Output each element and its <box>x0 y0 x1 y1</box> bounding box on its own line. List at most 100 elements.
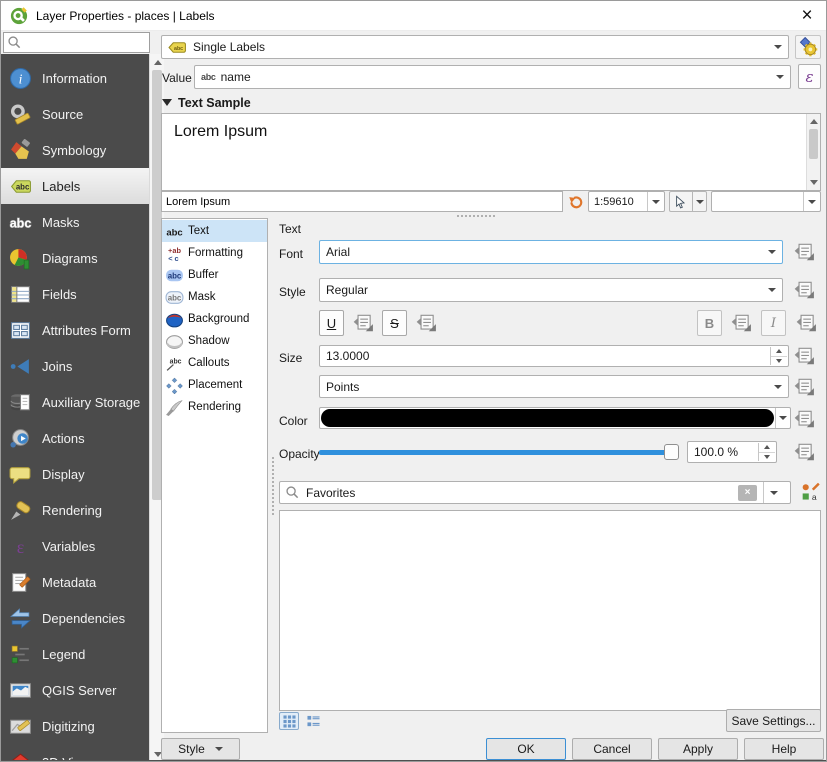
label-type-combo[interactable]: abc Single Labels <box>161 35 789 59</box>
opacity-spinbox[interactable]: 100.0 % <box>687 441 777 463</box>
chevron-down-icon[interactable] <box>647 192 664 211</box>
sidebar-item-legend[interactable]: Legend <box>1 636 149 672</box>
sidebar-search-input[interactable] <box>22 36 149 50</box>
font-combo[interactable]: Arial <box>319 240 783 264</box>
clear-search-icon[interactable]: × <box>738 485 757 501</box>
scroll-up-icon[interactable] <box>154 60 162 65</box>
sidebar-item-labels[interactable]: abc Labels <box>1 168 149 204</box>
tab-buffer[interactable]: abc Buffer <box>162 264 267 286</box>
tab-background[interactable]: Background <box>162 308 267 330</box>
color-widget[interactable] <box>319 407 791 429</box>
tab-callouts[interactable]: abc Callouts <box>162 352 267 374</box>
sidebar-item-fields[interactable]: Fields <box>1 276 149 312</box>
tab-rendering[interactable]: Rendering <box>162 396 267 418</box>
sidebar-item-variables[interactable]: ε Variables <box>1 528 149 564</box>
svg-text:abc: abc <box>166 227 182 238</box>
favorites-search[interactable]: Favorites × <box>279 481 791 504</box>
data-defined-override-button[interactable] <box>349 310 377 336</box>
data-defined-override-button[interactable] <box>790 374 818 400</box>
sidebar-item-diagrams[interactable]: Diagrams <box>1 240 149 276</box>
color-dropdown[interactable] <box>775 408 790 428</box>
sidebar-item-metadata[interactable]: Metadata <box>1 564 149 600</box>
opacity-slider-track[interactable] <box>319 450 679 455</box>
style-combo[interactable]: Regular <box>319 278 783 302</box>
italic-button[interactable]: I <box>761 310 786 336</box>
collapse-triangle-icon[interactable] <box>162 99 172 106</box>
apply-button[interactable]: Apply <box>658 738 738 760</box>
tab-shadow[interactable]: Shadow <box>162 330 267 352</box>
opacity-slider-handle[interactable] <box>664 444 679 460</box>
tab-text[interactable]: abc Text <box>162 220 267 242</box>
sidebar-item-qgis-server[interactable]: QGIS Server <box>1 672 149 708</box>
favorites-dropdown[interactable] <box>763 482 784 503</box>
chevron-down-icon <box>779 416 787 420</box>
scale-combo[interactable]: 1:59610 <box>588 191 665 212</box>
sidebar-item-display[interactable]: Display <box>1 456 149 492</box>
list-view-button[interactable] <box>303 712 323 730</box>
tab-mask[interactable]: abc Mask <box>162 286 267 308</box>
data-defined-override-button[interactable] <box>790 239 818 265</box>
ok-button[interactable]: OK <box>486 738 566 760</box>
sidebar-item-masks[interactable]: abc Masks <box>1 204 149 240</box>
style-menu-button[interactable]: Style <box>161 738 240 760</box>
sidebar-item-digitizing[interactable]: Digitizing <box>1 708 149 744</box>
metadata-icon <box>9 571 32 594</box>
sidebar-item-auxiliary-storage[interactable]: Auxiliary Storage <box>1 384 149 420</box>
automated-placement-settings-button[interactable] <box>795 35 821 59</box>
expression-builder-button[interactable]: ε <box>798 64 821 89</box>
close-icon[interactable]: × <box>788 1 826 31</box>
data-defined-override-button[interactable] <box>790 343 818 369</box>
chevron-down-icon <box>768 250 776 254</box>
data-defined-override-button[interactable] <box>727 310 755 336</box>
sidebar-item-rendering[interactable]: Rendering <box>1 492 149 528</box>
style-manager-button[interactable]: a <box>798 479 822 505</box>
scroll-up-icon[interactable] <box>810 119 818 124</box>
sidebar-item-dependencies[interactable]: Dependencies <box>1 600 149 636</box>
window-title: Layer Properties - places | Labels <box>36 9 215 23</box>
sidebar-item-actions[interactable]: Actions <box>1 420 149 456</box>
size-spinbox[interactable]: 13.0000 <box>319 345 789 367</box>
color-swatch[interactable] <box>321 409 774 427</box>
data-defined-override-button[interactable] <box>790 406 818 432</box>
underline-button[interactable]: U <box>319 310 344 336</box>
data-defined-override-button[interactable] <box>790 277 818 303</box>
data-defined-override-button[interactable] <box>790 439 818 465</box>
scale-tool-dropdown[interactable] <box>693 191 707 212</box>
tab-formatting[interactable]: +ab< c Formatting <box>162 242 267 264</box>
strikethrough-button[interactable]: S <box>382 310 407 336</box>
splitter-handle[interactable] <box>271 456 275 516</box>
chevron-down-icon[interactable] <box>803 192 820 211</box>
spinner-buttons[interactable] <box>758 443 775 461</box>
undo-icon <box>567 194 583 210</box>
set-scale-from-canvas-button[interactable] <box>669 191 693 212</box>
scrollbar-thumb[interactable] <box>809 129 818 159</box>
reset-sample-button[interactable] <box>566 191 584 212</box>
style-value: Regular <box>326 283 762 297</box>
save-settings-button[interactable]: Save Settings... <box>726 709 821 732</box>
scroll-down-icon[interactable] <box>810 180 818 185</box>
tab-placement[interactable]: Placement <box>162 374 267 396</box>
tab-label: Background <box>188 313 249 325</box>
sample-text-input[interactable] <box>162 196 562 208</box>
text-format-presets-list[interactable] <box>279 510 821 711</box>
search-icon <box>285 485 300 500</box>
icon-view-button[interactable] <box>279 712 299 730</box>
sidebar-item-symbology[interactable]: Symbology <box>1 132 149 168</box>
sidebar-item-source[interactable]: Source <box>1 96 149 132</box>
cancel-button[interactable]: Cancel <box>572 738 652 760</box>
size-unit-combo[interactable]: Points <box>319 375 789 398</box>
help-button[interactable]: Help <box>744 738 824 760</box>
data-defined-override-button[interactable] <box>412 310 440 336</box>
sidebar-search[interactable] <box>3 32 150 53</box>
preview-scrollbar[interactable] <box>806 114 820 190</box>
sidebar-item-label: Attributes Form <box>42 323 131 338</box>
sidebar-item-attributes-form[interactable]: Attributes Form <box>1 312 149 348</box>
sidebar-item-information[interactable]: i Information <box>1 60 149 96</box>
splitter-handle[interactable] <box>456 214 496 218</box>
data-defined-override-button[interactable] <box>792 310 820 336</box>
value-field-combo[interactable]: abc name <box>194 65 791 89</box>
bold-button[interactable]: B <box>697 310 722 336</box>
sidebar-item-joins[interactable]: Joins <box>1 348 149 384</box>
map-theme-combo[interactable] <box>711 191 821 212</box>
spinner-buttons[interactable] <box>770 347 787 365</box>
